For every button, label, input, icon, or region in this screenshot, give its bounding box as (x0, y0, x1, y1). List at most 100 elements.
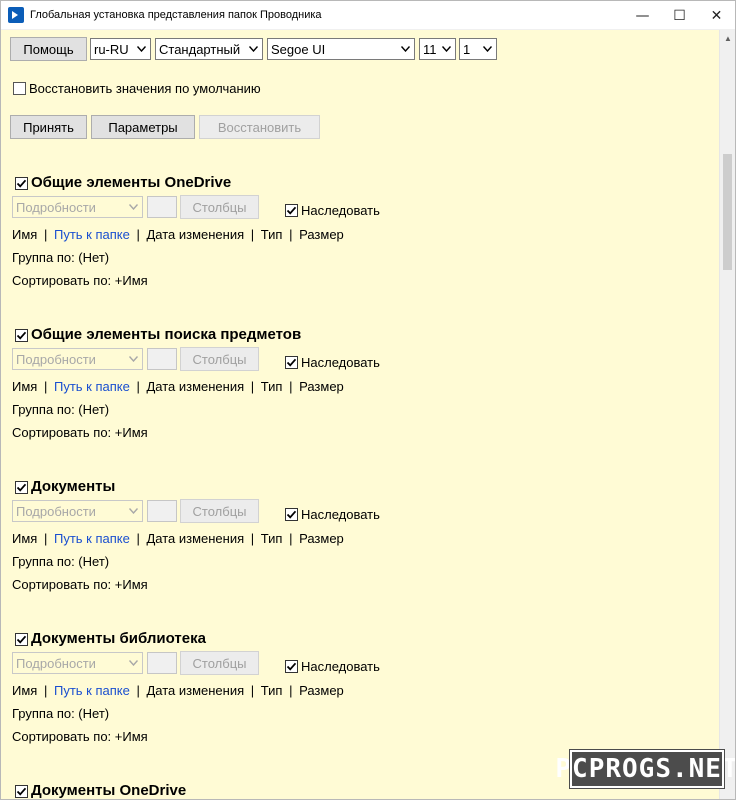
chevron-down-icon (479, 39, 496, 59)
separator: | (289, 531, 293, 546)
separator: | (289, 379, 293, 394)
checkmark-icon (16, 787, 27, 796)
view-select[interactable]: Подробности (12, 500, 143, 522)
checkmark-icon (286, 358, 297, 367)
powershell-icon (8, 7, 24, 23)
section-title: Документы библиотека (31, 630, 206, 647)
separator: | (43, 227, 48, 242)
section-checkbox[interactable] (15, 785, 28, 798)
chevron-down-icon (125, 349, 142, 369)
close-button[interactable]: ✕ (698, 1, 735, 30)
section-checkbox[interactable] (15, 177, 28, 190)
style-value: Стандартный (159, 41, 241, 57)
section-checkbox[interactable] (15, 633, 28, 646)
group-by-label: Группа по: (Нет) (12, 250, 110, 265)
columns-button[interactable]: Столбцы (180, 499, 259, 523)
col-size: Размер (299, 227, 344, 242)
vertical-scrollbar[interactable]: ▲ (719, 30, 735, 799)
scrollbar-thumb[interactable] (723, 154, 732, 270)
size-box (147, 196, 177, 218)
separator: | (250, 531, 255, 546)
minimize-button[interactable]: — (624, 1, 661, 30)
section-checkbox[interactable] (15, 481, 28, 494)
section-checkbox[interactable] (15, 329, 28, 342)
apply-button[interactable]: Принять (10, 115, 87, 139)
chevron-down-icon (438, 39, 455, 59)
view-value: Подробности (16, 351, 96, 367)
maximize-button[interactable]: ☐ (661, 1, 698, 30)
columns-button[interactable]: Столбцы (180, 347, 259, 371)
col-size: Размер (299, 379, 344, 394)
chevron-down-icon (397, 39, 414, 59)
size-box (147, 652, 177, 674)
inherit-checkbox[interactable] (285, 204, 298, 217)
checkmark-icon (16, 331, 27, 340)
spacing-select[interactable]: 1 (459, 38, 497, 60)
separator: | (136, 379, 140, 394)
separator: | (289, 683, 293, 698)
separator: | (43, 531, 48, 546)
col-path-link[interactable]: Путь к папке (54, 531, 130, 546)
col-name: Имя (12, 227, 38, 242)
inherit-checkbox[interactable] (285, 660, 298, 673)
col-size: Размер (299, 683, 344, 698)
col-date: Дата изменения (146, 683, 245, 698)
section-title: Документы (31, 478, 116, 495)
inherit-checkbox[interactable] (285, 356, 298, 369)
view-select[interactable]: Подробности (12, 348, 143, 370)
view-value: Подробности (16, 199, 96, 215)
chevron-down-icon (245, 39, 262, 59)
inherit-checkbox[interactable] (285, 508, 298, 521)
checkmark-icon (16, 179, 27, 188)
columns-button[interactable]: Столбцы (180, 651, 259, 675)
columns-list: Имя | Путь к папке | Дата изменения | Ти… (12, 683, 344, 698)
checkmark-icon (286, 662, 297, 671)
window-controls: — ☐ ✕ (624, 1, 735, 30)
view-select[interactable]: Подробности (12, 196, 143, 218)
separator: | (136, 683, 140, 698)
col-type: Тип (260, 531, 283, 546)
restore-defaults-checkbox[interactable] (13, 82, 26, 95)
restore-button[interactable]: Восстановить (199, 115, 320, 139)
chevron-down-icon (125, 653, 142, 673)
view-select[interactable]: Подробности (12, 652, 143, 674)
col-path-link[interactable]: Путь к папке (54, 683, 130, 698)
inherit-label: Наследовать (301, 507, 380, 522)
col-date: Дата изменения (146, 379, 245, 394)
restore-defaults-label: Восстановить значения по умолчанию (29, 81, 261, 96)
help-button[interactable]: Помощь (10, 37, 87, 61)
style-select[interactable]: Стандартный (155, 38, 263, 60)
columns-list: Имя | Путь к папке | Дата изменения | Ти… (12, 379, 344, 394)
sort-by-label: Сортировать по: +Имя (12, 729, 148, 744)
content-area: Помощь ru-RU Стандартный Segoe UI 11 1 В… (1, 30, 720, 799)
col-date: Дата изменения (146, 531, 245, 546)
chevron-down-icon (125, 501, 142, 521)
chevron-down-icon (133, 39, 150, 59)
font-size-select[interactable]: 11 (419, 38, 456, 60)
checkmark-icon (286, 510, 297, 519)
separator: | (289, 227, 293, 242)
separator: | (43, 683, 48, 698)
col-type: Тип (260, 683, 283, 698)
inherit-label: Наследовать (301, 659, 380, 674)
columns-button[interactable]: Столбцы (180, 195, 259, 219)
checkmark-icon (286, 206, 297, 215)
section-title: Документы OneDrive (31, 782, 187, 799)
size-box (147, 348, 177, 370)
scroll-up-icon[interactable]: ▲ (720, 30, 735, 46)
section-title: Общие элементы поиска предметов (31, 326, 302, 343)
options-button[interactable]: Параметры (91, 115, 195, 139)
language-select[interactable]: ru-RU (90, 38, 151, 60)
main-window: Глобальная установка представления папок… (0, 0, 736, 800)
view-value: Подробности (16, 503, 96, 519)
col-date: Дата изменения (146, 227, 245, 242)
separator: | (136, 227, 140, 242)
col-path-link[interactable]: Путь к папке (54, 227, 130, 242)
sort-by-label: Сортировать по: +Имя (12, 273, 148, 288)
section-title: Общие элементы OneDrive (31, 174, 232, 191)
col-name: Имя (12, 683, 38, 698)
font-select[interactable]: Segoe UI (267, 38, 415, 60)
separator: | (43, 379, 48, 394)
col-path-link[interactable]: Путь к папке (54, 379, 130, 394)
language-value: ru-RU (94, 41, 129, 57)
